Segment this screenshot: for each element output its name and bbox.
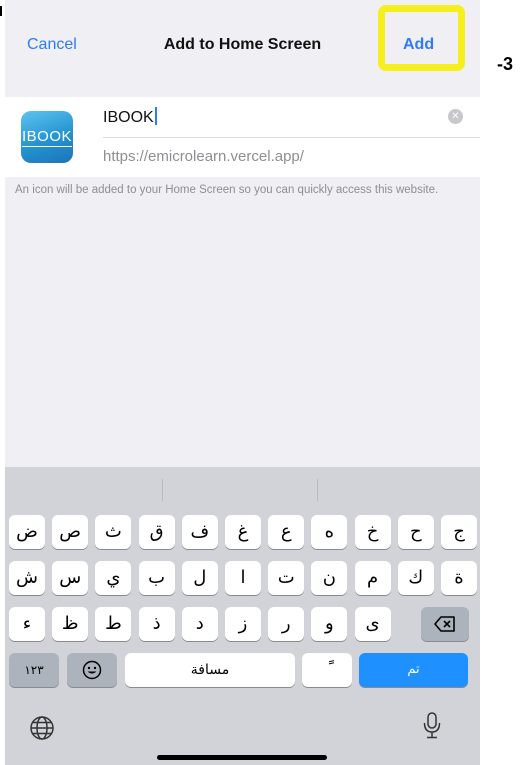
letter-key[interactable]: ض	[9, 515, 45, 549]
letter-key[interactable]: و	[311, 607, 348, 641]
suggestion-divider	[162, 479, 163, 501]
letter-key[interactable]: ة	[441, 561, 477, 595]
suggestion-divider	[317, 479, 318, 501]
tanween-key[interactable]: ً	[302, 653, 352, 687]
letter-key[interactable]: ع	[268, 515, 305, 549]
letter-key[interactable]: ا	[225, 561, 261, 595]
add-button-highlight	[378, 5, 465, 71]
letter-key[interactable]: ش	[9, 561, 45, 595]
shortcut-card: IBOOK IBOOK ✕ https://emicrolearn.vercel…	[5, 97, 480, 177]
space-key[interactable]: مسافة	[125, 653, 295, 687]
app-icon: IBOOK	[21, 111, 73, 163]
done-key[interactable]: تم	[359, 653, 468, 687]
letter-key[interactable]: ي	[95, 561, 132, 595]
name-input[interactable]: IBOOK	[103, 107, 157, 127]
letter-key[interactable]: ن	[311, 561, 348, 595]
letter-key[interactable]: ت	[268, 561, 305, 595]
letter-key[interactable]: ف	[181, 515, 218, 549]
letter-key[interactable]: غ	[225, 515, 261, 549]
step-label: -3	[497, 54, 514, 74]
letter-key[interactable]: ه	[311, 515, 348, 549]
suggestion-bar	[5, 467, 480, 507]
text-caret	[154, 107, 157, 125]
info-text: An icon will be added to your Home Scree…	[15, 184, 439, 196]
emoji-icon	[82, 660, 102, 680]
name-input-value: IBOOK	[103, 109, 154, 126]
microphone-icon[interactable]	[422, 711, 442, 741]
name-row: IBOOK ✕	[103, 97, 480, 138]
url-text: https://emicrolearn.vercel.app/	[103, 148, 304, 165]
letter-key[interactable]: س	[52, 561, 89, 595]
phone-screen: Cancel Add to Home Screen Add IBOOK IBOO…	[5, 0, 480, 765]
letter-key[interactable]: خ	[354, 515, 391, 549]
letter-key[interactable]: ذ	[138, 607, 175, 641]
letter-key[interactable]: ظ	[52, 607, 89, 641]
globe-icon[interactable]	[29, 715, 55, 741]
backspace-icon	[434, 616, 455, 632]
letter-key[interactable]: د	[181, 607, 218, 641]
corner-mark	[0, 6, 2, 16]
letter-key[interactable]: ء	[9, 607, 45, 641]
letter-key[interactable]: ص	[52, 515, 89, 549]
letter-key[interactable]: ث	[95, 515, 132, 549]
home-indicator	[157, 755, 327, 760]
numbers-key[interactable]: ١٢٣	[9, 653, 59, 687]
letter-key[interactable]: ق	[138, 515, 175, 549]
letter-key[interactable]: ز	[225, 607, 261, 641]
letter-key[interactable]: ج	[441, 515, 477, 549]
letter-key[interactable]: ط	[95, 607, 132, 641]
backspace-key[interactable]	[421, 607, 469, 641]
letter-key[interactable]: ل	[181, 561, 218, 595]
letter-key[interactable]: ى	[354, 607, 391, 641]
letter-key[interactable]: ك	[397, 561, 434, 595]
letter-key[interactable]: ح	[397, 515, 434, 549]
emoji-key[interactable]	[67, 653, 117, 687]
keyboard: ضصثقفغعهخحج شسيبلاتنمكة ءظطذدزروى ١٢٣ مس…	[5, 467, 480, 765]
letter-key[interactable]: ر	[268, 607, 305, 641]
app-icon-text: IBOOK	[21, 128, 72, 147]
letter-key[interactable]: م	[354, 561, 391, 595]
clear-text-button[interactable]: ✕	[448, 109, 463, 124]
letter-key[interactable]: ب	[138, 561, 175, 595]
